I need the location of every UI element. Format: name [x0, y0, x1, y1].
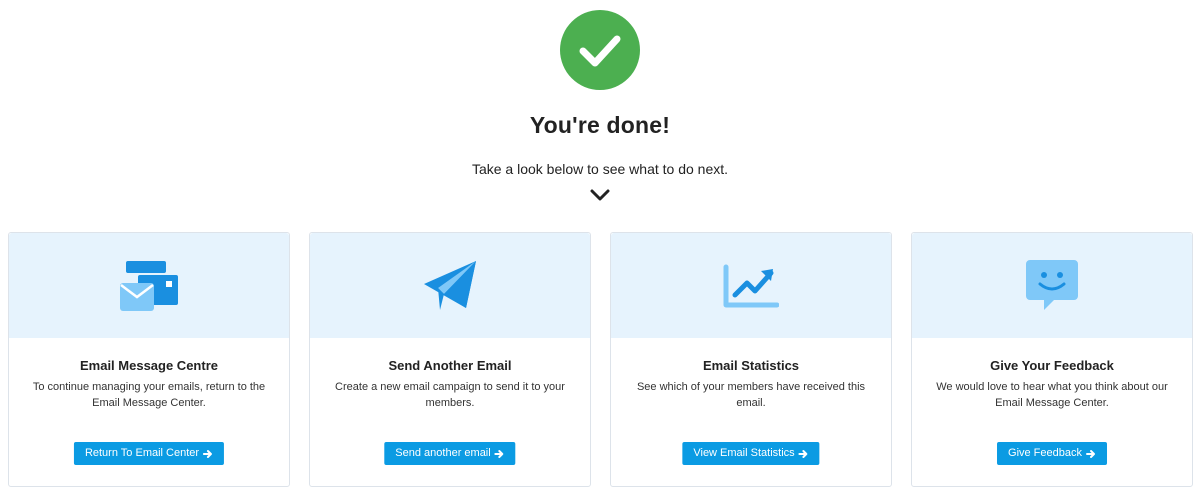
card-title: Give Your Feedback — [990, 358, 1114, 373]
chevron-down-icon — [590, 189, 610, 201]
card-give-feedback: Give Your Feedback We would love to hear… — [911, 232, 1193, 487]
view-email-statistics-button[interactable]: View Email Statistics — [682, 442, 820, 465]
page: You're done! Take a look below to see wh… — [0, 0, 1200, 495]
card-description: See which of your members have received … — [636, 381, 866, 409]
card-description: We would love to hear what you think abo… — [936, 381, 1168, 409]
card-email-message-centre: Email Message Centre To continue managin… — [8, 232, 290, 487]
button-label: Give Feedback — [1008, 447, 1082, 459]
send-another-email-button[interactable]: Send another email — [384, 442, 516, 465]
arrow-right-icon — [203, 449, 213, 458]
card-email-statistics: Email Statistics See which of your membe… — [610, 232, 892, 487]
button-label: Send another email — [395, 447, 491, 459]
arrow-right-icon — [1085, 449, 1095, 458]
card-description: Create a new email campaign to send it t… — [335, 381, 565, 409]
card-title: Email Message Centre — [79, 358, 218, 373]
feedback-chat-icon — [1026, 259, 1078, 310]
card-header — [912, 233, 1192, 338]
check-circle-icon — [560, 10, 640, 90]
arrow-right-icon — [798, 449, 808, 458]
card-title: Send Another Email — [388, 358, 512, 373]
card-title: Email Statistics — [702, 358, 800, 373]
card-header — [310, 233, 590, 338]
button-label: View Email Statistics — [693, 447, 795, 459]
return-to-email-center-button[interactable]: Return To Email Center — [73, 442, 225, 465]
paper-plane-icon — [424, 260, 476, 310]
button-label: Return To Email Center — [84, 447, 200, 459]
page-subtitle: Take a look below to see what to do next… — [471, 161, 729, 177]
card-header — [611, 233, 891, 338]
page-title: You're done! — [529, 112, 671, 138]
give-feedback-button[interactable]: Give Feedback — [997, 442, 1107, 465]
next-steps-cards: Email Message Centre To continue managin… — [8, 232, 1193, 489]
card-send-another-email: Send Another Email Create a new email ca… — [309, 232, 591, 487]
arrow-right-icon — [494, 449, 504, 458]
email-envelope-icon — [120, 260, 178, 311]
card-description: To continue managing your emails, return… — [32, 381, 266, 409]
card-header — [9, 233, 289, 338]
trending-chart-icon — [723, 264, 779, 307]
